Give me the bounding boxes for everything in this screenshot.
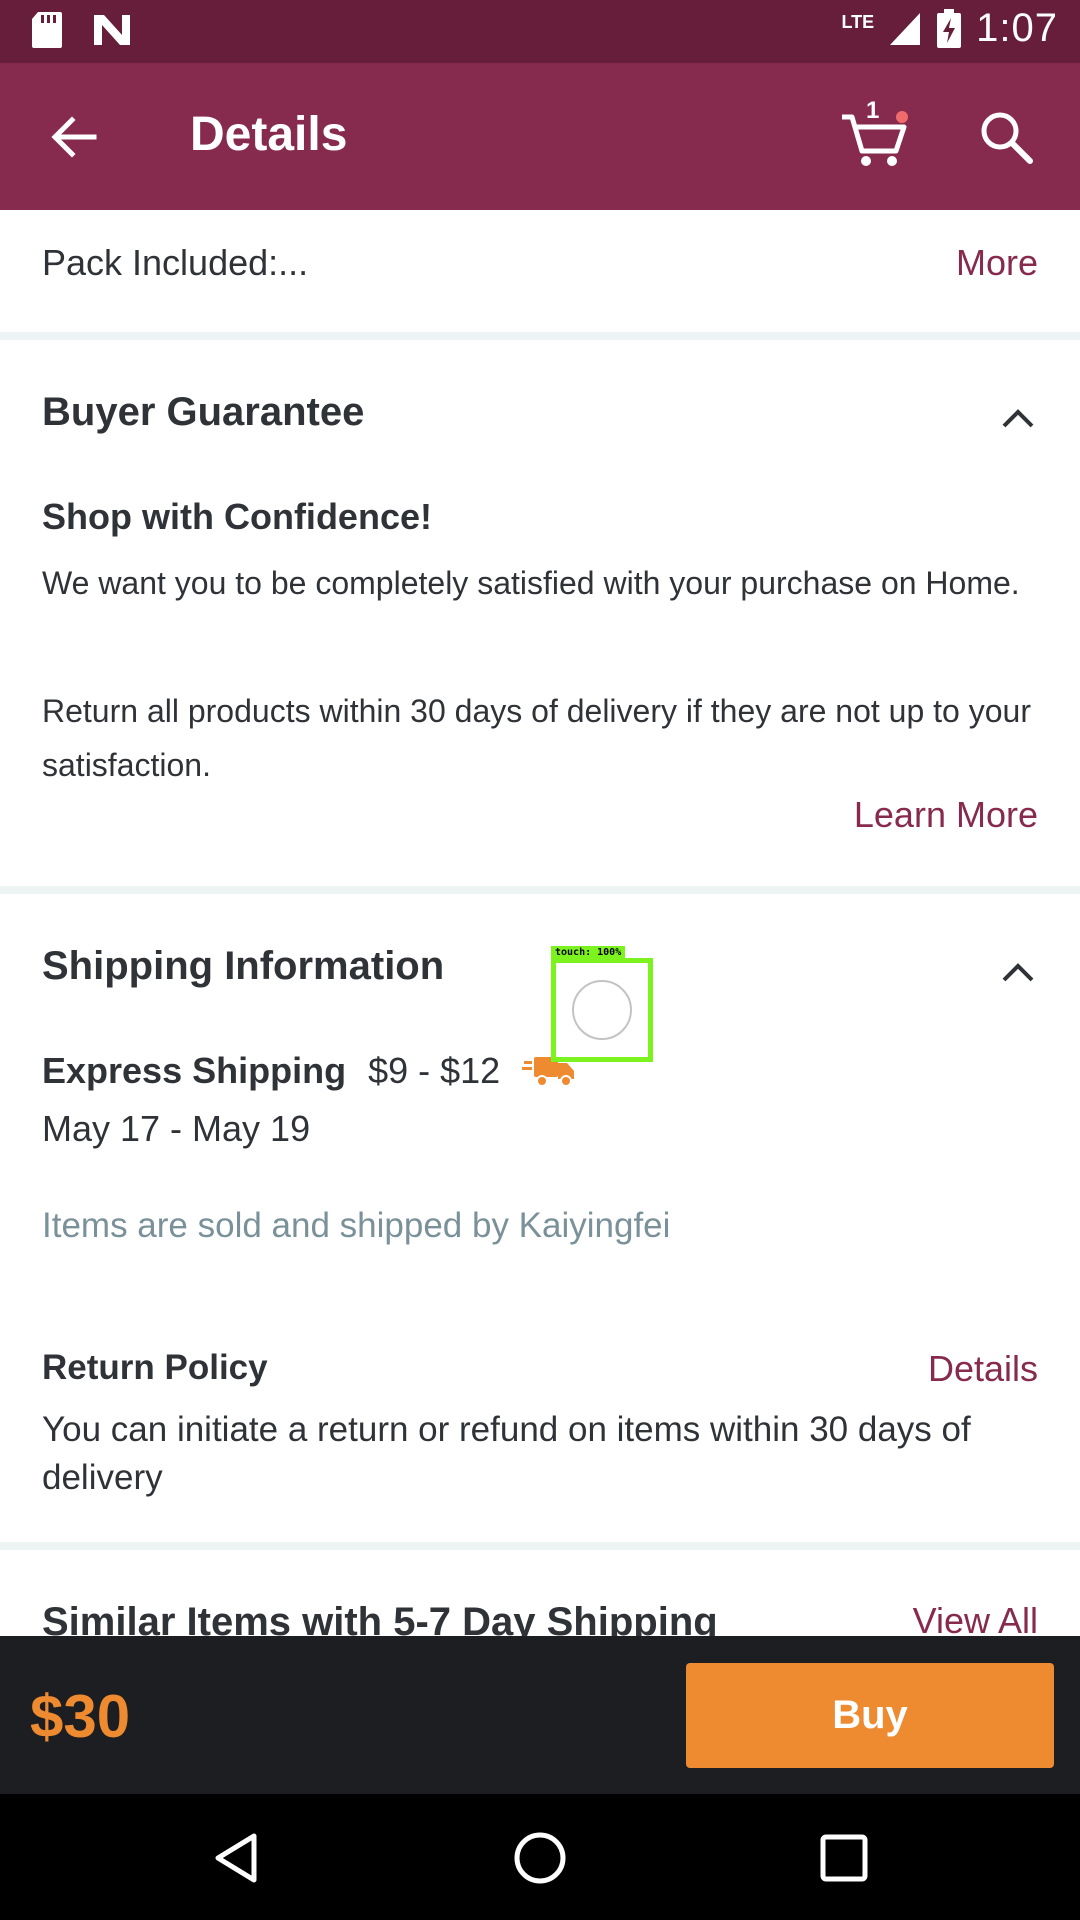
buy-button[interactable]: Buy: [686, 1663, 1054, 1768]
buyer-guarantee-subtitle: Shop with Confidence!: [42, 496, 432, 537]
shipping-dates: May 17 - May 19: [42, 1108, 311, 1149]
guarantee-paragraph-1: We want you to be completely satisfied w…: [42, 565, 1020, 601]
similar-items-row: Similar Items with 5-7 Day Shipping View…: [42, 1600, 1038, 1636]
seller-text[interactable]: Items are sold and shipped by Kaiyingfei: [42, 1206, 670, 1245]
guarantee-paragraph-2: Return all products within 30 days of de…: [42, 693, 1031, 783]
seller-row[interactable]: Items are sold and shipped by Kaiyingfei: [42, 1206, 1038, 1246]
details-content[interactable]: Pack Included:... More Buyer Guarantee S…: [0, 210, 1080, 1636]
divider: [0, 332, 1080, 340]
pack-included-label: Pack Included:...: [42, 242, 309, 283]
return-policy-title: Return Policy: [42, 1348, 268, 1387]
similar-items-title: Similar Items with 5-7 Day Shipping: [42, 1600, 718, 1636]
learn-more-link[interactable]: Learn More: [854, 794, 1038, 836]
return-policy-text: You can initiate a return or refund on i…: [42, 1410, 971, 1497]
shipping-title: Shipping Information: [42, 944, 445, 988]
return-policy-row: Return Policy Details: [42, 1348, 1038, 1398]
search-icon[interactable]: [978, 109, 1034, 165]
touch-ripple: [572, 980, 632, 1040]
clock: 1:07: [976, 6, 1058, 50]
status-bar: LTE 1:07: [0, 0, 1080, 63]
sd-card-icon: [32, 12, 62, 48]
divider: [0, 886, 1080, 894]
express-shipping-row: Express Shipping $9 - $12: [42, 1050, 1038, 1092]
nav-recents-icon[interactable]: [814, 1828, 874, 1888]
page-title: Details: [190, 108, 348, 161]
chevron-up-icon[interactable]: [1000, 406, 1036, 430]
buyer-guarantee-title: Buyer Guarantee: [42, 390, 365, 434]
chevron-up-icon[interactable]: [1000, 960, 1036, 984]
cart-count-badge: 1: [866, 97, 880, 124]
battery-charging-icon: [937, 8, 962, 48]
back-arrow-icon[interactable]: [48, 111, 100, 163]
shipping-header[interactable]: Shipping Information: [42, 944, 1038, 989]
shipping-dates-row: May 17 - May 19: [42, 1108, 1038, 1150]
learn-more-row: Learn More: [42, 794, 1038, 844]
network-type: LTE: [841, 12, 875, 32]
shipping-price-range: $9 - $12: [368, 1050, 501, 1091]
return-policy-details-link[interactable]: Details: [928, 1348, 1038, 1390]
signal-icon: [890, 12, 921, 45]
pack-included-row: Pack Included:... More: [42, 242, 1038, 292]
divider: [0, 1542, 1080, 1550]
cart-button[interactable]: 1: [838, 97, 910, 173]
app-bar: Details 1: [0, 63, 1080, 210]
view-all-link[interactable]: View All: [913, 1600, 1038, 1636]
navigation-bar: [0, 1794, 1080, 1920]
cart-notification-dot: [896, 111, 908, 123]
buyer-guarantee-subtitle-row: Shop with Confidence!: [42, 496, 1038, 538]
nav-back-icon[interactable]: [206, 1828, 266, 1888]
buyer-guarantee-header[interactable]: Buyer Guarantee: [42, 390, 1038, 435]
nav-home-icon[interactable]: [510, 1828, 570, 1888]
price: $30: [30, 1683, 131, 1750]
more-link[interactable]: More: [956, 242, 1038, 284]
buy-bar: $30 Buy: [0, 1636, 1080, 1794]
n-logo-icon: [94, 15, 130, 45]
shipping-method: Express Shipping: [42, 1050, 347, 1091]
